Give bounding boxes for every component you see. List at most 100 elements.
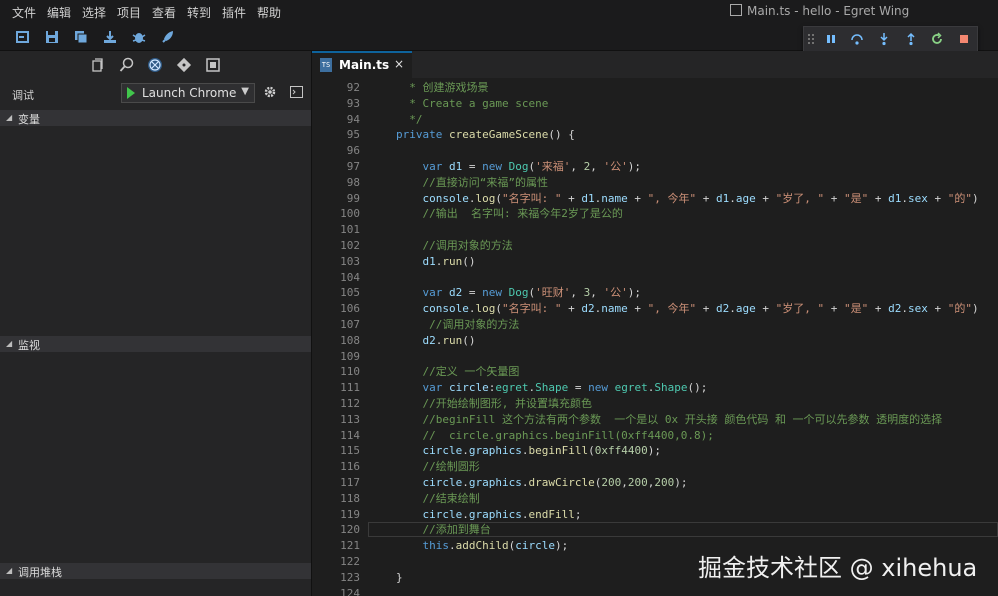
section-variables[interactable]: ◢ 变量 [0,110,311,126]
code-token: d2 [715,302,730,316]
section-watch[interactable]: ◢ 监视 [0,336,311,352]
console-icon[interactable] [290,86,303,98]
code-line[interactable]: var d1 = new Dog('来福', 2, '公'); [396,159,642,175]
code-token: createGameScene [448,128,549,142]
code-token: . [729,191,736,205]
code-token: = [462,160,483,173]
code-token: graphics [468,476,522,489]
code-token: '来福' [535,160,571,173]
menu-file[interactable]: 文件 [12,4,36,21]
code-line[interactable]: //开始绘制图形, 并设置填充颜色 [396,396,592,412]
debug-config-row: 调试 Launch Chrome ▼ [0,79,311,107]
code-line[interactable]: console. log("名字叫: " + d1. name + ", 今年" +… [396,191,979,207]
code-line[interactable]: //调用对象的方法 [396,317,519,333]
search-icon[interactable] [119,57,135,73]
code-token: + [561,302,582,316]
stop-icon[interactable] [957,32,971,46]
code-line[interactable]: //绘制圆形 [396,459,480,475]
play-icon[interactable] [127,87,135,99]
code-line[interactable]: circle.graphics.drawCircle(200,200,200); [396,475,688,491]
code-token: */ [396,112,423,126]
debug-bug-icon[interactable] [132,30,146,44]
line-number: 107 [340,318,360,331]
code-token: circle [449,381,489,395]
code-token: 200 [654,476,675,489]
menu-goto[interactable]: 转到 [187,4,211,21]
save-icon[interactable] [45,30,59,44]
close-icon[interactable]: × [394,57,404,71]
code-line[interactable]: * Create a game scene [396,96,548,112]
menu-project[interactable]: 项目 [117,4,141,21]
code-token: + [561,191,582,205]
step-over-icon[interactable] [850,32,864,46]
code-line[interactable]: //直接访问“来福”的属性 [396,175,548,191]
menu-help[interactable]: 帮助 [257,4,281,21]
pause-icon[interactable] [824,32,838,46]
code-line[interactable]: * 创建游戏场景 [396,80,488,96]
code-token: //添加到舞台 [396,523,491,537]
code-line[interactable]: } [396,570,403,586]
chevron-down-icon[interactable]: ▼ [241,86,249,97]
code-line[interactable]: //定义 一个矢量图 [396,364,519,380]
code-token: + [868,191,889,205]
typescript-file-icon: TS [320,58,332,72]
section-call-stack[interactable]: ◢ 调用堆栈 [0,563,311,579]
menu-select[interactable]: 选择 [82,4,106,21]
view-switcher [0,51,311,79]
menu-view[interactable]: 查看 [152,4,176,21]
code-line[interactable]: //beginFill 这个方法有两个参数 一个是以 0x 开头接 颜色代码 和… [396,412,942,428]
step-into-icon[interactable] [877,32,891,46]
code-token: //绘制圆形 [396,460,480,474]
git-icon[interactable] [176,57,192,73]
gear-icon[interactable] [263,85,277,99]
editor-tab-bar: TS Main.ts × [312,51,998,78]
code-token: beginFill [528,444,589,458]
code-line[interactable]: var d2 = new Dog('旺财', 3, '公'); [396,285,642,301]
file-icon [730,4,742,16]
menu-plugins[interactable]: 插件 [222,4,246,21]
menu-edit[interactable]: 编辑 [47,4,71,21]
code-token: , [570,160,584,173]
code-line[interactable]: //结束绘制 [396,491,479,507]
code-editor[interactable]: 92 93 94 95 96 97 98 99 100 101 102 103 104 105 106 107… [312,78,998,596]
rocket-icon[interactable] [161,30,175,44]
code-line[interactable]: circle.graphics.endFill; [396,507,582,523]
code-token: //调用对象的方法 [396,239,513,252]
grip-icon[interactable] [807,32,815,46]
code-line[interactable]: //输出 名字叫: 来福今年2岁了是公的 [396,206,622,222]
code-line[interactable]: var circle:egret.Shape = new egret.Shape… [396,380,708,396]
publish-icon[interactable] [103,30,117,44]
debug-icon[interactable] [147,57,163,73]
restart-icon[interactable] [930,32,944,46]
code-line[interactable]: this.addChild(circle); [396,538,569,554]
line-number: 117 [340,476,360,489]
code-token: Shape [535,381,569,395]
code-line[interactable]: d1.run() [396,254,476,270]
step-out-icon[interactable] [904,32,918,46]
code-line[interactable]: console. log("名字叫: " + d2. name + ", 今年" +… [396,301,979,317]
line-number: 98 [346,175,360,189]
code-line[interactable]: circle.graphics.beginFill(0xff4400); [396,443,661,459]
line-number: 113 [340,412,360,426]
launch-config-select[interactable]: Launch Chrome ▼ [121,83,255,103]
debug-label: 调试 [12,89,34,102]
code-line[interactable]: private createGameScene() { [396,127,575,143]
line-number: 119 [340,507,360,521]
code-token: Dog [508,160,529,173]
code-token: ) [971,302,979,316]
code-line[interactable]: */ [396,112,423,128]
tab-main-ts[interactable]: TS Main.ts × [312,51,412,78]
new-project-icon[interactable] [16,30,30,44]
code-line[interactable]: d2.run() [396,333,476,349]
code-token: () { [548,128,575,142]
code-token: new [482,286,509,300]
files-icon[interactable] [90,57,106,73]
save-all-icon[interactable] [74,30,88,44]
code-line[interactable]: //添加到舞台 [396,522,491,538]
extensions-icon[interactable] [205,57,221,73]
code-line[interactable]: //调用对象的方法 [396,238,513,254]
code-token: "是" [843,191,869,205]
code-token: . [901,302,908,316]
code-line[interactable]: // circle.graphics.beginFill(0xff4400,0.… [396,428,713,444]
section-watch-label: 监视 [18,339,40,352]
